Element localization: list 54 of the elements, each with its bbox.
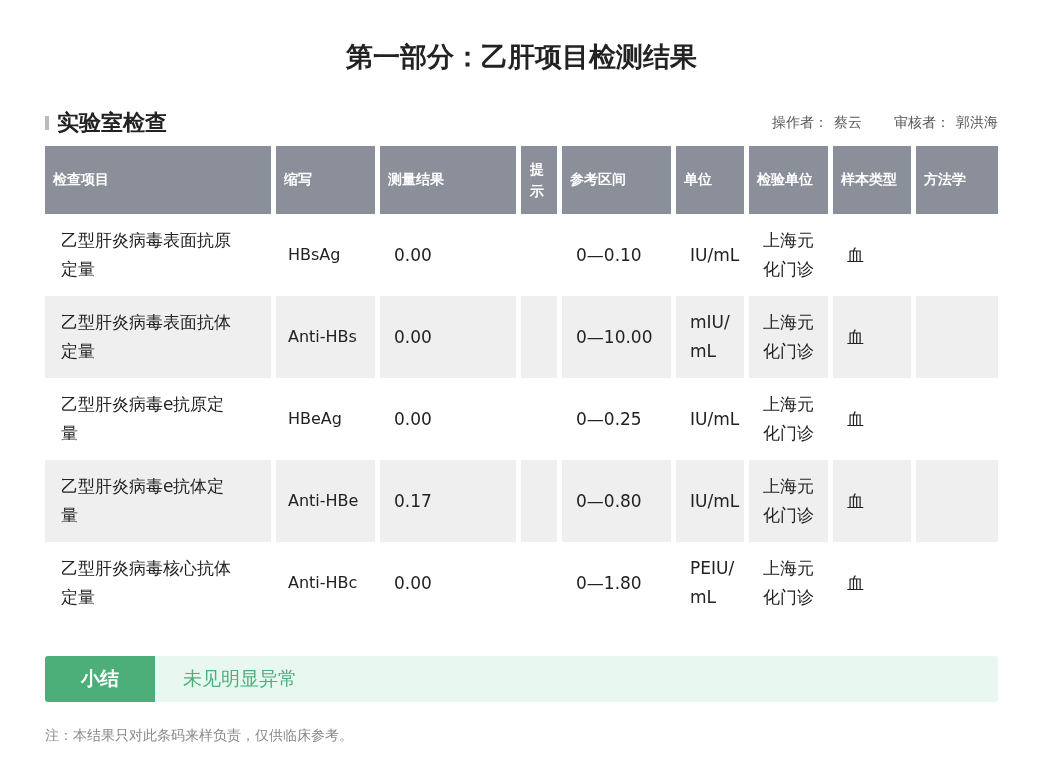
table-cell-text: 0—0.10 — [575, 243, 643, 267]
table-cell: 0—10.00 — [562, 296, 671, 378]
table-cell: Anti-HBe — [276, 460, 375, 542]
table-cell-text: 0.00 — [393, 407, 433, 431]
reviewer-label: 审核者： — [894, 114, 950, 132]
table-cell-text: HBsAg — [287, 244, 342, 267]
section-marker — [45, 116, 49, 130]
table-cell-text: 0.00 — [393, 243, 433, 267]
column-header: 缩写 — [276, 146, 375, 214]
table-cell-text: IU/mL — [689, 243, 741, 267]
column-header: 提示 — [521, 146, 557, 214]
table-cell-text: 血 — [846, 407, 865, 431]
page-title: 第一部分：乙肝项目检测结果 — [345, 40, 698, 74]
table-cell-text: 血 — [846, 571, 865, 595]
table-cell: 0—0.80 — [562, 460, 671, 542]
table-cell-text: 0—1.80 — [575, 571, 643, 595]
table-cell-text: 上海元化门诊 — [762, 557, 815, 609]
table-cell-text: IU/mL — [689, 407, 741, 431]
summary-text: 未见明显异常 — [182, 666, 297, 691]
table-cell: 上海元化门诊 — [749, 296, 828, 378]
column-header: 样本类型 — [833, 146, 911, 214]
column-header: 检查项目 — [45, 146, 271, 214]
operator-name: 蔡云 — [834, 114, 862, 132]
table-cell-text: 上海元化门诊 — [762, 229, 815, 281]
table-cell: IU/mL — [676, 460, 744, 542]
table-cell-text: 血 — [846, 243, 865, 267]
table-cell-text: 乙型肝炎病毒表面抗原定量 — [60, 229, 232, 281]
table-cell-text: 乙型肝炎病毒核心抗体定量 — [60, 557, 232, 609]
footnote: 注：本结果只对此条码来样负责，仅供临床参考。 — [45, 727, 354, 745]
reviewer-name: 郭洪海 — [956, 114, 998, 132]
operator-label: 操作者： — [772, 114, 828, 132]
table-cell-text: 0.00 — [393, 571, 433, 595]
summary-label: 小结 — [45, 656, 155, 702]
table-cell: 0.17 — [380, 460, 516, 542]
table-cell: 上海元化门诊 — [749, 460, 828, 542]
table-cell: Anti-HBs — [276, 296, 375, 378]
table-cell-text: HBeAg — [287, 408, 343, 431]
table-cell: 乙型肝炎病毒表面抗体定量 — [45, 296, 271, 378]
table-cell: 血 — [833, 460, 911, 542]
table-cell-text: 0—0.25 — [575, 407, 643, 431]
column-header: 单位 — [676, 146, 744, 214]
table-cell-text: Anti-HBc — [287, 572, 359, 595]
table-cell: 乙型肝炎病毒e抗体定量 — [45, 460, 271, 542]
column-header: 检验单位 — [749, 146, 828, 214]
section-title: 实验室检查 — [57, 109, 167, 137]
table-cell-text: PEIU/mL — [689, 557, 736, 609]
table-cell-text: 乙型肝炎病毒e抗原定量 — [60, 393, 226, 445]
table-cell-text: 上海元化门诊 — [762, 393, 815, 445]
column-header: 参考区间 — [562, 146, 671, 214]
table-cell: 血 — [833, 296, 911, 378]
column-header: 测量结果 — [380, 146, 516, 214]
table-cell: mIU/mL — [676, 296, 744, 378]
column-header: 方法学 — [916, 146, 998, 214]
table-cell: 0.00 — [380, 296, 516, 378]
